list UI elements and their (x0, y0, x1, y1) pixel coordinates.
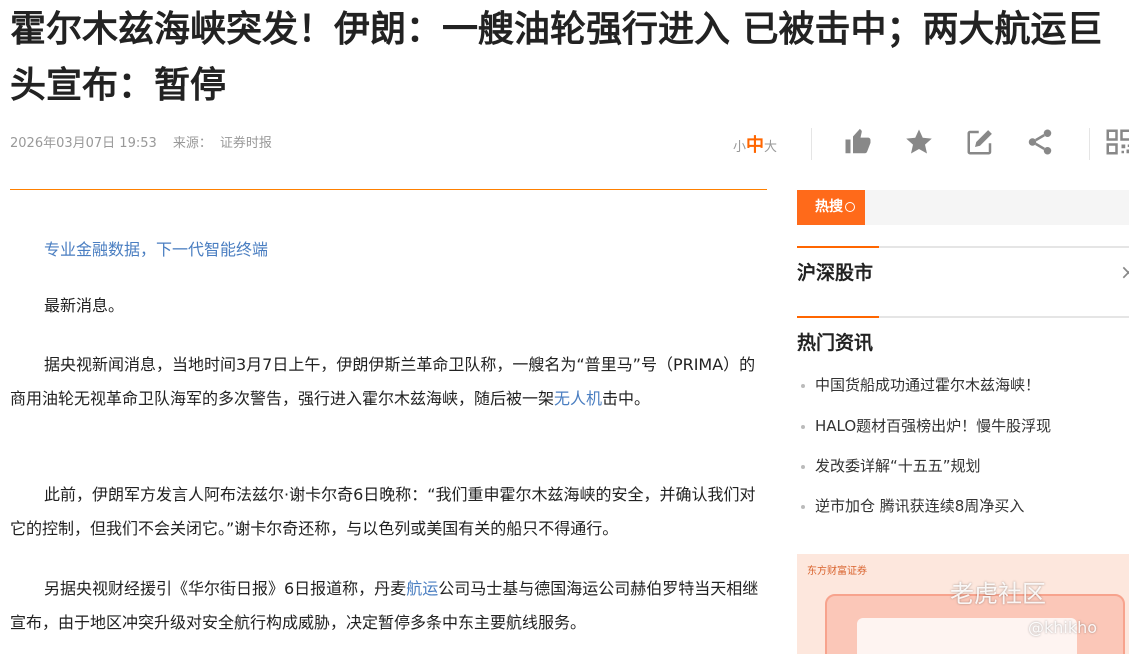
article-title: 霍尔木兹海峡突发！伊朗：一艘油轮强行进入 已被击中；两大航运巨头宣布：暂停 (10, 9, 1103, 106)
comment-button[interactable] (965, 127, 997, 159)
like-button[interactable] (843, 127, 875, 159)
source-name[interactable]: 证券时报 (220, 136, 272, 151)
thumbs-up-icon (845, 128, 871, 154)
section-divider (797, 246, 1129, 248)
article-divider (10, 189, 767, 190)
section-title-stock[interactable]: 沪深股市 (797, 258, 873, 285)
section-divider (797, 316, 1129, 318)
shipping-link[interactable]: 航运 (406, 579, 438, 598)
watermark-logo: 老虎社区 (950, 580, 1046, 608)
hot-search-bar[interactable]: 热搜 (797, 190, 1129, 225)
star-icon (906, 129, 932, 154)
share-icon (1028, 129, 1052, 155)
watermark-handle: @khikho (1028, 618, 1098, 637)
font-medium-button[interactable]: 中 (746, 135, 764, 156)
share-button[interactable] (1025, 127, 1057, 159)
edit-icon (967, 130, 992, 155)
toolbar-divider (1089, 128, 1090, 160)
font-small-button[interactable]: 小 (733, 140, 746, 155)
qrcode-icon (1106, 129, 1129, 155)
favorite-button[interactable] (904, 127, 936, 159)
source-label: 来源： 证券时报 (172, 136, 272, 151)
article-date: 2026年03月07日 19:53 (10, 136, 157, 151)
font-large-button[interactable]: 大 (764, 140, 777, 155)
toolbar-divider (811, 128, 812, 160)
article-meta: 2026年03月07日 19:53 来源： 证券时报 (10, 132, 296, 151)
paragraph-1: 最新消息。 (44, 296, 125, 315)
paragraph-2: 据央视新闻消息，当地时间3月7日上午，伊朗伊斯兰革命卫队称，一艘名为“普里马”号… (10, 355, 756, 408)
qrcode-button[interactable] (1104, 127, 1129, 159)
section-title-news: 热门资讯 (797, 332, 874, 354)
bullet-icon (801, 383, 805, 388)
bullet-icon (801, 464, 805, 469)
hot-circle-icon (845, 202, 855, 212)
bullet-icon (801, 504, 805, 509)
news-item[interactable]: 逆市加仓 腾讯获连续8周净买入 (801, 495, 1024, 516)
bullet-icon (801, 424, 805, 429)
news-item[interactable]: 中国货船成功通过霍尔木兹海峡！ (801, 374, 1040, 395)
paragraph-3: 此前，伊朗军方发言人阿布法兹尔·谢卡尔奇6日晚称：“我们重申霍尔木兹海峡的安全，… (10, 485, 756, 538)
news-item[interactable]: HALO题材百强榜出炉！慢牛股浮现 (801, 415, 1051, 436)
promo-link[interactable]: 专业金融数据，下一代智能终端 (44, 236, 268, 260)
font-size-switcher: 小中大 (733, 131, 777, 157)
paragraph-4: 另据央视财经援引《华尔街日报》6日报道称，丹麦航运公司马士基与德国海运公司赫伯罗… (10, 579, 759, 632)
news-item[interactable]: 发改委详解“十五五”规划 (801, 455, 981, 476)
close-icon[interactable]: × (1120, 260, 1129, 284)
hot-search-tag: 热搜 (797, 190, 865, 225)
ad-brand-logo: 东方财富证券 (807, 566, 867, 577)
drone-link[interactable]: 无人机 (554, 389, 602, 408)
